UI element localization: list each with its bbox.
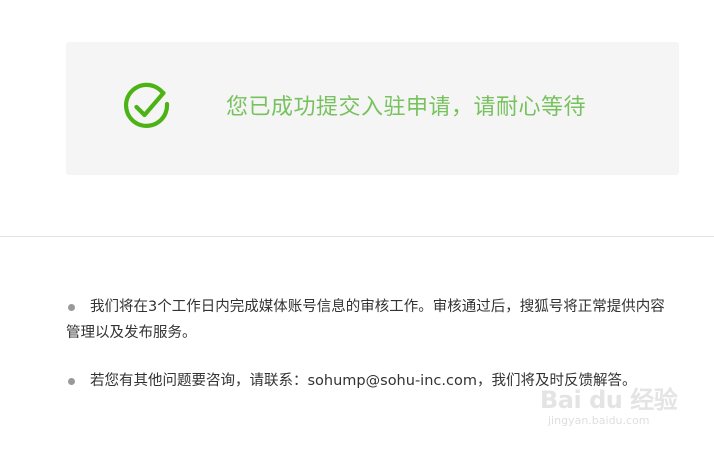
watermark-url: jingyan.baidu.com	[548, 414, 650, 427]
check-circle-icon	[124, 82, 170, 128]
watermark-logo: Bai du 经验	[540, 386, 678, 414]
divider	[0, 236, 714, 237]
note-text: 我们将在3个工作日内完成媒体账号信息的审核工作。审核通过后，搜狐号将正常提供内容…	[66, 299, 665, 341]
note-review-time: 我们将在3个工作日内完成媒体账号信息的审核工作。审核通过后，搜狐号将正常提供内容…	[66, 294, 666, 346]
bullet-icon	[68, 378, 75, 385]
baidu-jingyan-watermark: Bai du 经验 jingyan.baidu.com	[540, 386, 680, 434]
success-message: 您已成功提交入驻申请，请耐心等待	[226, 95, 587, 120]
bullet-icon	[68, 304, 75, 311]
